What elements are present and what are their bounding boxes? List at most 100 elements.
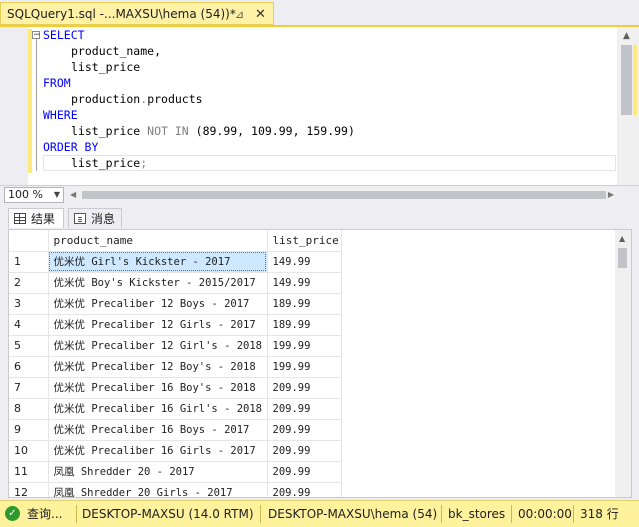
- tab-results[interactable]: 结果: [8, 208, 64, 228]
- results-tabs: 结果 消息: [0, 204, 639, 229]
- table-row[interactable]: 7 优米优 Precaliber 16 Boy's - 2018 209.99: [9, 377, 342, 399]
- database-name: bk_stores: [448, 507, 506, 521]
- code-line[interactable]: list_price;: [43, 155, 615, 171]
- code-line[interactable]: FROM: [43, 75, 615, 91]
- change-marker: [633, 45, 637, 115]
- close-icon[interactable]: ✕: [255, 3, 266, 26]
- elapsed-time: 00:00:00: [518, 507, 572, 521]
- scroll-right-icon[interactable]: ▶: [608, 188, 614, 202]
- sql-operator: NOT IN: [147, 124, 189, 138]
- editor-horizontal-scrollbar[interactable]: ◀ ▶: [68, 188, 616, 202]
- cell-product-name[interactable]: 优米优 Precaliber 12 Boys - 2017: [48, 293, 268, 315]
- results-grid[interactable]: product_name list_price 1 优米优 Girl's Kick…: [8, 229, 632, 498]
- column-header-product-name[interactable]: product_name: [48, 230, 268, 252]
- table-row[interactable]: 12 凤凰 Shredder 20 Girls - 2017 209.99: [9, 482, 342, 497]
- outline-line: [36, 39, 37, 171]
- cell-product-name[interactable]: 优米优 Precaliber 16 Boys - 2017: [48, 419, 268, 441]
- zoom-value: 100 %: [8, 188, 43, 201]
- row-number[interactable]: 9: [9, 419, 49, 441]
- code-line[interactable]: list_price NOT IN (89.99, 109.99, 159.99…: [43, 123, 615, 139]
- scrollbar-thumb[interactable]: [621, 45, 632, 115]
- scrollbar-thumb[interactable]: [618, 248, 627, 268]
- query-document-tab[interactable]: SQLQuery1.sql -...MAXSU\hema (54))* ⊿ ✕: [0, 2, 274, 25]
- pin-icon[interactable]: ⊿: [235, 3, 244, 26]
- cell-product-name[interactable]: 凤凰 Shredder 20 Girls - 2017: [48, 482, 268, 497]
- scroll-left-icon[interactable]: ◀: [70, 188, 76, 202]
- cell-list-price[interactable]: 199.99: [267, 356, 342, 378]
- code-line[interactable]: list_price: [43, 59, 615, 75]
- code-line[interactable]: SELECT: [43, 27, 615, 43]
- row-number[interactable]: 10: [9, 440, 49, 462]
- table-row[interactable]: 8 优米优 Precaliber 16 Girl's - 2018 209.99: [9, 398, 342, 420]
- sql-identifier: products: [147, 92, 203, 106]
- code-line[interactable]: ORDER BY: [43, 139, 615, 155]
- cell-product-name[interactable]: 凤凰 Shredder 20 - 2017: [48, 461, 268, 483]
- sql-keyword: SELECT: [43, 28, 85, 42]
- code-line[interactable]: WHERE: [43, 107, 615, 123]
- table-row[interactable]: 9 优米优 Precaliber 16 Boys - 2017 209.99: [9, 419, 342, 441]
- cell-product-name[interactable]: 优米优 Precaliber 12 Girls - 2017: [48, 314, 268, 336]
- row-number[interactable]: 5: [9, 335, 49, 357]
- status-separator: [441, 505, 442, 523]
- cell-list-price[interactable]: 209.99: [267, 440, 342, 462]
- table-row[interactable]: 10 优米优 Precaliber 16 Girls - 2017 209.99: [9, 440, 342, 462]
- row-number[interactable]: 12: [9, 482, 49, 497]
- row-number[interactable]: 8: [9, 398, 49, 420]
- sql-identifier: product_name,: [71, 44, 162, 58]
- code-line[interactable]: product_name,: [43, 43, 615, 59]
- cell-product-name[interactable]: 优米优 Boy's Kickster - 2015/2017: [48, 272, 268, 294]
- editor-gutter: [0, 27, 28, 185]
- row-number[interactable]: 11: [9, 461, 49, 483]
- table-row[interactable]: 2 优米优 Boy's Kickster - 2015/2017 149.99: [9, 272, 342, 294]
- collapse-toggle-icon[interactable]: −: [32, 31, 41, 40]
- column-header-list-price[interactable]: list_price: [267, 230, 342, 252]
- status-separator: [260, 505, 261, 523]
- table-row[interactable]: 3 优米优 Precaliber 12 Boys - 2017 189.99: [9, 293, 342, 315]
- table-row[interactable]: 1 优米优 Girl's Kickster - 2017 149.99: [9, 251, 342, 273]
- grid-icon: [14, 213, 26, 224]
- cell-list-price[interactable]: 209.99: [267, 461, 342, 483]
- cell-list-price[interactable]: 209.99: [267, 482, 342, 497]
- table-row[interactable]: 4 优米优 Precaliber 12 Girls - 2017 189.99: [9, 314, 342, 336]
- cell-list-price[interactable]: 189.99: [267, 314, 342, 336]
- status-bar: ✓ 查询... DESKTOP-MAXSU (14.0 RTM) DESKTOP…: [0, 500, 639, 527]
- status-separator: [573, 505, 574, 523]
- document-tab-title: SQLQuery1.sql -...MAXSU\hema (54))*: [7, 7, 236, 21]
- row-number[interactable]: 6: [9, 356, 49, 378]
- zoom-dropdown[interactable]: 100 % ▼: [4, 187, 64, 203]
- scroll-up-icon[interactable]: ▲: [619, 234, 625, 243]
- row-number[interactable]: 1: [9, 251, 49, 273]
- cell-product-name[interactable]: 优米优 Precaliber 12 Boy's - 2018: [48, 356, 268, 378]
- cell-product-name[interactable]: 优米优 Precaliber 16 Boy's - 2018: [48, 377, 268, 399]
- cell-list-price[interactable]: 199.99: [267, 335, 342, 357]
- code-area[interactable]: SELECT product_name, list_price FROM product…: [43, 27, 615, 171]
- cell-list-price[interactable]: 149.99: [267, 272, 342, 294]
- table-row[interactable]: 11 凤凰 Shredder 20 - 2017 209.99: [9, 461, 342, 483]
- table-row[interactable]: 5 优米优 Precaliber 12 Girl's - 2018 199.99: [9, 335, 342, 357]
- editor-vertical-scrollbar[interactable]: ▲: [617, 27, 639, 185]
- cell-list-price[interactable]: 209.99: [267, 377, 342, 399]
- code-line[interactable]: production.products: [43, 91, 615, 107]
- row-number[interactable]: 7: [9, 377, 49, 399]
- cell-product-name[interactable]: 优米优 Precaliber 16 Girl's - 2018: [48, 398, 268, 420]
- table-row[interactable]: 6 优米优 Precaliber 12 Boy's - 2018 199.99: [9, 356, 342, 378]
- cell-list-price[interactable]: 149.99: [267, 251, 342, 273]
- row-number[interactable]: 4: [9, 314, 49, 336]
- cell-product-name[interactable]: 优米优 Girl's Kickster - 2017: [48, 251, 268, 273]
- tab-messages[interactable]: 消息: [68, 208, 122, 228]
- cell-product-name[interactable]: 优米优 Precaliber 16 Girls - 2017: [48, 440, 268, 462]
- scrollbar-thumb[interactable]: [82, 191, 606, 199]
- sql-identifier: (89.99, 109.99, 159.99): [188, 124, 355, 138]
- cell-list-price[interactable]: 209.99: [267, 419, 342, 441]
- change-tracking-bar: [28, 29, 32, 173]
- scroll-up-icon[interactable]: ▲: [623, 31, 630, 41]
- row-number-header[interactable]: [9, 230, 49, 252]
- results-vertical-scrollbar[interactable]: ▲: [615, 230, 631, 497]
- sql-editor[interactable]: − SELECT product_name, list_price FROM produ…: [0, 27, 639, 185]
- cell-list-price[interactable]: 189.99: [267, 293, 342, 315]
- row-number[interactable]: 3: [9, 293, 49, 315]
- cell-list-price[interactable]: 209.99: [267, 398, 342, 420]
- cell-product-name[interactable]: 优米优 Precaliber 12 Girl's - 2018: [48, 335, 268, 357]
- row-number[interactable]: 2: [9, 272, 49, 294]
- status-separator: [511, 505, 512, 523]
